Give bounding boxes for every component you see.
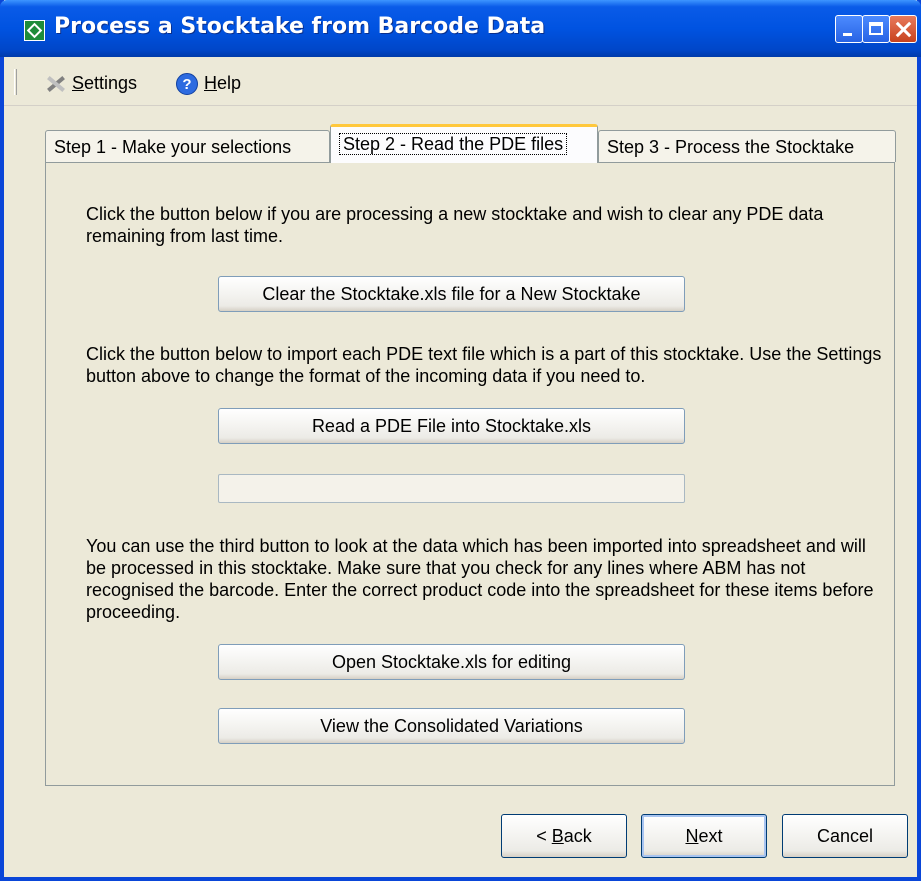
back-label: Back [551,826,592,846]
tools-icon [44,74,66,94]
toolbar: Settings ? Help [4,57,917,106]
import-instructions: Click the button below to import each PD… [86,344,882,386]
read-pde-file-button[interactable]: Read a PDE File into Stocktake.xls [218,408,685,444]
minimize-button[interactable] [835,15,863,43]
review-instructions: You can use the third button to look at … [86,536,874,622]
back-button[interactable]: < Back [501,814,627,858]
tab-step-1[interactable]: Step 1 - Make your selections [45,130,330,162]
settings-label: Settings [72,73,138,93]
next-label: Next [685,826,723,846]
next-button[interactable]: Next [641,814,767,858]
tab-step-2[interactable]: Step 2 - Read the PDE files [330,124,598,163]
view-variations-button[interactable]: View the Consolidated Variations [218,708,685,744]
close-button[interactable] [889,15,917,43]
title-bar[interactable]: Process a Stocktake from Barcode Data [0,0,921,57]
tab-panel-step-2: Click the button below if you are proces… [45,162,895,786]
import-progress-bar [218,474,685,503]
settings-button[interactable]: Settings [44,73,137,94]
maximize-button[interactable] [862,15,890,43]
help-label: Help [204,73,242,93]
cancel-button[interactable]: Cancel [782,814,908,858]
tab-step-3[interactable]: Step 3 - Process the Stocktake [598,130,896,162]
app-icon [24,20,45,41]
wizard-window: Process a Stocktake from Barcode Data Se… [0,0,921,881]
tab-step-2-label: Step 2 - Read the PDE files [339,133,568,155]
help-button[interactable]: ? Help [176,73,242,96]
open-stocktake-button[interactable]: Open Stocktake.xls for editing [218,644,685,680]
help-icon: ? [176,73,198,96]
window-title: Process a Stocktake from Barcode Data [54,14,546,39]
toolbar-grip[interactable] [14,69,17,95]
clear-stocktake-button[interactable]: Clear the Stocktake.xls file for a New S… [218,276,685,312]
clear-instructions: Click the button below if you are proces… [86,204,824,246]
